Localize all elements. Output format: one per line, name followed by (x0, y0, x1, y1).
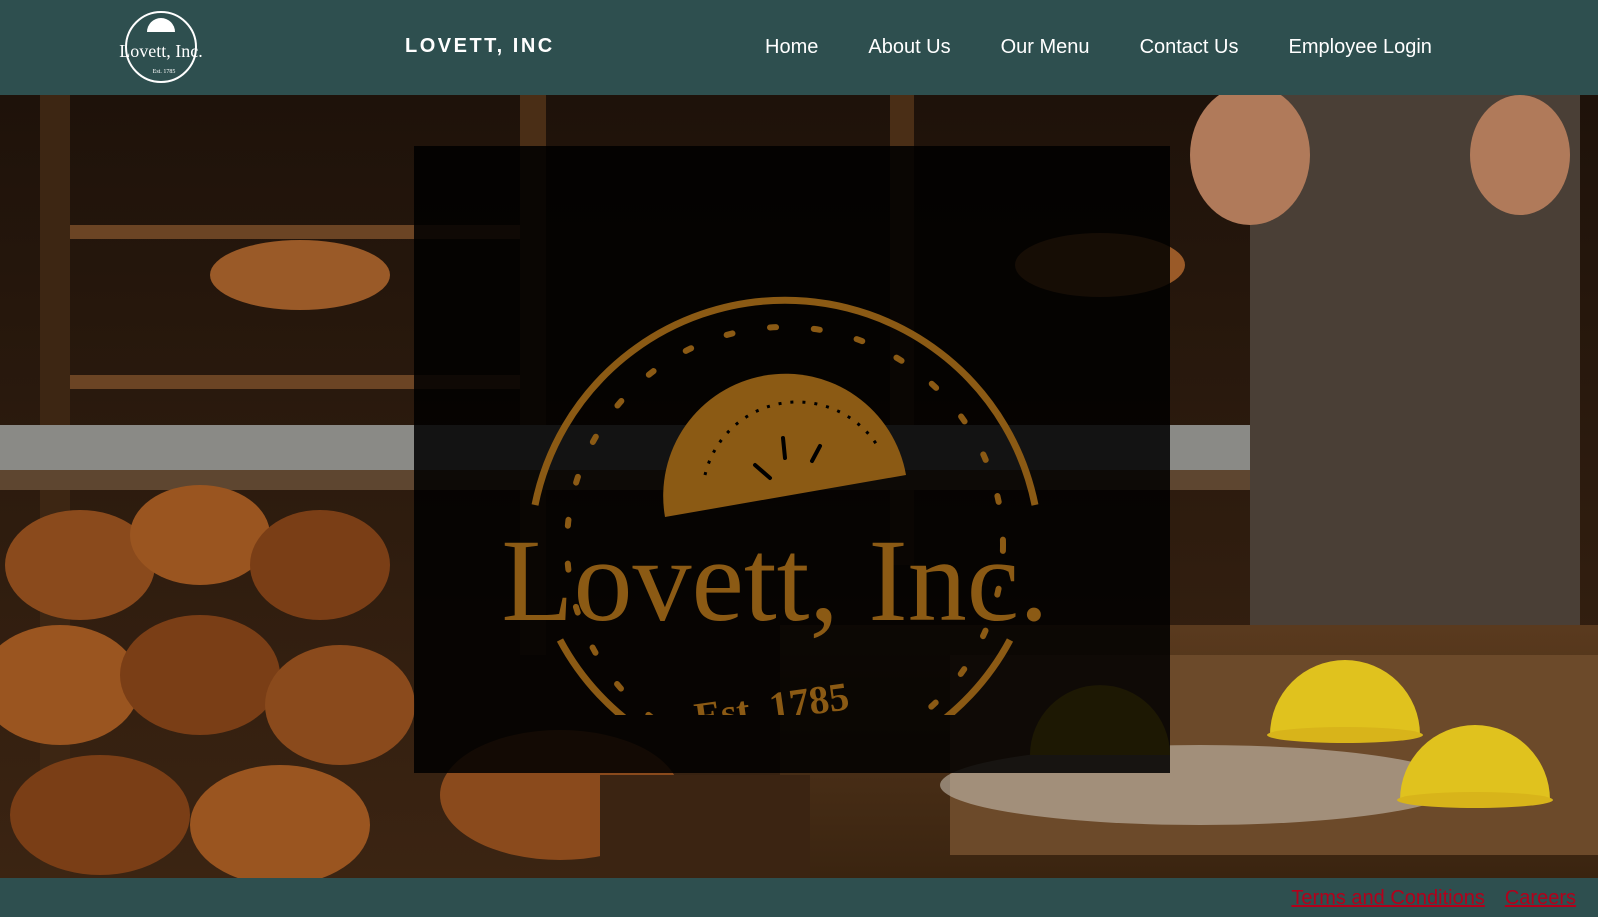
nav-home[interactable]: Home (765, 36, 818, 59)
nav-about-us[interactable]: About Us (868, 36, 950, 59)
main-nav: Home About Us Our Menu Contact Us Employ… (740, 36, 1457, 59)
nav-contact-us[interactable]: Contact Us (1140, 36, 1239, 59)
footer-links: Terms and Conditions Careers (1271, 887, 1576, 910)
svg-text:Lovett, Inc.: Lovett, Inc. (501, 515, 1048, 646)
top-navbar: Lovett, Inc. Est. 1785 LOVETT, INC Home … (0, 0, 1598, 95)
svg-text:Est. 1785: Est. 1785 (691, 673, 851, 715)
nav-our-menu[interactable]: Our Menu (1001, 36, 1090, 59)
terms-and-conditions-link[interactable]: Terms and Conditions (1291, 887, 1484, 910)
footer: Terms and Conditions Careers (0, 878, 1598, 917)
hero-section: Lovett, Inc. Est. 1785 (0, 95, 1598, 878)
nav-employee-login[interactable]: Employee Login (1289, 36, 1432, 59)
hero-logo: Lovett, Inc. Est. 1785 (501, 296, 1049, 715)
brand-name: LOVETT, INC (405, 35, 555, 57)
careers-link[interactable]: Careers (1505, 887, 1576, 910)
svg-text:Est. 1785: Est. 1785 (153, 69, 176, 75)
pie-icon (663, 373, 906, 517)
nav-logo[interactable]: Lovett, Inc. Est. 1785 (114, 10, 208, 84)
svg-text:Lovett, Inc.: Lovett, Inc. (119, 41, 202, 61)
